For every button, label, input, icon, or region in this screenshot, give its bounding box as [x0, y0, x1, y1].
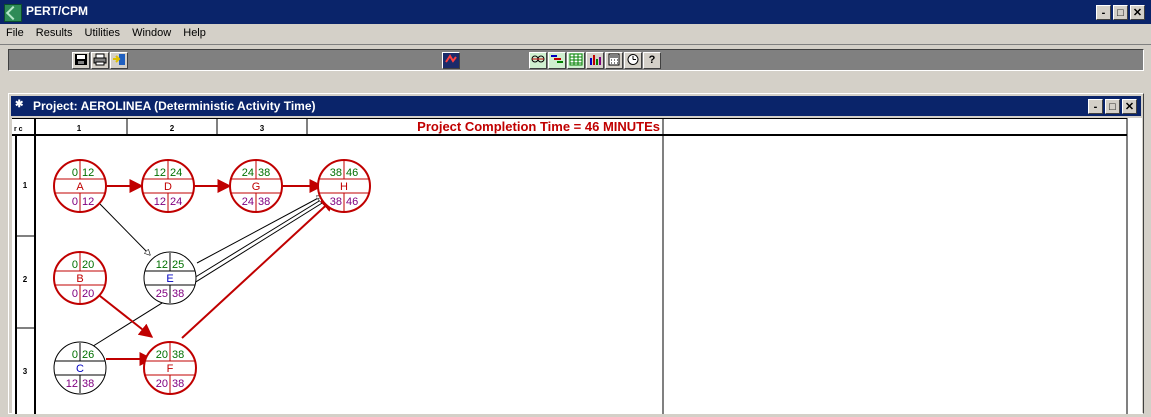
activity-node-a[interactable]: 0 12 A 0 12	[53, 159, 107, 213]
menu-window[interactable]: Window	[129, 24, 174, 42]
node-label-f: F	[167, 363, 174, 375]
node-ls-g: 24	[242, 196, 254, 208]
project-minimize-button[interactable]: -	[1088, 99, 1103, 114]
node-lf-b: 20	[82, 288, 94, 300]
node-ls-c: 12	[66, 378, 78, 390]
activity-node-b[interactable]: 0 20 B 0 20	[53, 251, 107, 305]
node-ef-f: 38	[172, 349, 184, 361]
menu-utilities[interactable]: Utilities	[82, 24, 123, 42]
activity-node-d[interactable]: 12 24 D 12 24	[141, 159, 195, 213]
row-header-2: 2	[23, 275, 28, 284]
row-header-3: 3	[23, 367, 28, 376]
menu-help[interactable]: Help	[180, 24, 209, 42]
exit-icon[interactable]	[110, 52, 128, 69]
corner-label: r c	[14, 126, 23, 133]
menu-file[interactable]: File	[3, 24, 27, 42]
node-ls-e: 25	[156, 288, 168, 300]
clock-icon[interactable]	[624, 52, 642, 69]
node-es-d: 12	[154, 167, 166, 179]
node-ef-e: 25	[172, 259, 184, 271]
save-icon[interactable]	[72, 52, 90, 69]
app-icon[interactable]	[4, 4, 22, 22]
completion-time: Project Completion Time = 46 MINUTEs	[417, 119, 660, 134]
node-es-g: 24	[242, 167, 254, 179]
node-lf-c: 38	[82, 378, 94, 390]
window-controls: - □ ✕	[1096, 5, 1145, 20]
app-titlebar: PERT/CPM - □ ✕	[0, 0, 1151, 24]
node-lf-e: 38	[172, 288, 184, 300]
network-canvas: r c 1 2 3 1 2 3 Project Completion Time …	[12, 118, 1142, 414]
node-label-b: B	[76, 273, 83, 285]
col-header-3: 3	[260, 124, 265, 133]
gantt-icon[interactable]	[548, 52, 566, 69]
col-header-2: 2	[170, 124, 175, 133]
project-close-button[interactable]: ✕	[1122, 99, 1137, 114]
menu-bar: File Results Utilities Window Help	[0, 24, 1151, 45]
node-label-a: A	[76, 181, 84, 193]
node-ls-d: 12	[154, 196, 166, 208]
menu-results[interactable]: Results	[33, 24, 76, 42]
node-es-b: 0	[72, 259, 78, 271]
node-es-c: 0	[72, 349, 78, 361]
minimize-button[interactable]: -	[1096, 5, 1111, 20]
node-ef-b: 20	[82, 259, 94, 271]
node-es-a: 0	[72, 167, 78, 179]
project-window-controls: - □ ✕	[1088, 99, 1137, 114]
toolbar: ?	[0, 45, 1151, 88]
project-maximize-button[interactable]: □	[1105, 99, 1120, 114]
solve-icon[interactable]	[442, 52, 460, 69]
node-lf-f: 38	[172, 378, 184, 390]
node-ls-f: 20	[156, 378, 168, 390]
print-icon[interactable]	[91, 52, 109, 69]
node-label-g: G	[252, 181, 261, 193]
activity-node-h[interactable]: 38 46 H 38 46	[317, 159, 371, 213]
project-window-icon[interactable]: ✱	[15, 99, 27, 111]
node-lf-h: 46	[346, 196, 358, 208]
node-label-c: C	[76, 363, 84, 375]
maximize-button[interactable]: □	[1113, 5, 1128, 20]
node-es-h: 38	[330, 167, 342, 179]
node-ls-a: 0	[72, 196, 78, 208]
close-button[interactable]: ✕	[1130, 5, 1145, 20]
node-label-e: E	[166, 273, 173, 285]
activity-node-f[interactable]: 20 38 F 20 38	[143, 341, 197, 395]
project-titlebar: ✱ Project: AEROLINEA (Deterministic Acti…	[11, 96, 1141, 116]
pert-network-diagram: r c 1 2 3 1 2 3 Project Completion Time …	[12, 118, 1128, 414]
row-header-1: 1	[23, 181, 28, 190]
node-ef-a: 12	[82, 167, 94, 179]
node-lf-a: 12	[82, 196, 94, 208]
node-ls-h: 38	[330, 196, 342, 208]
calculator-icon[interactable]	[605, 52, 623, 69]
network-icon[interactable]	[529, 52, 547, 69]
project-title: Project: AEROLINEA (Deterministic Activi…	[33, 99, 316, 113]
node-lf-d: 24	[170, 196, 182, 208]
activity-node-g[interactable]: 24 38 G 24 38	[229, 159, 283, 213]
node-es-e: 12	[156, 259, 168, 271]
node-label-h: H	[340, 181, 348, 193]
node-lf-g: 38	[258, 196, 270, 208]
node-ef-c: 26	[82, 349, 94, 361]
node-ef-h: 46	[346, 167, 358, 179]
node-ef-d: 24	[170, 167, 182, 179]
app-title: PERT/CPM	[26, 4, 89, 18]
help-icon[interactable]: ?	[643, 52, 661, 69]
project-window: ✱ Project: AEROLINEA (Deterministic Acti…	[8, 93, 1144, 414]
activity-node-e[interactable]: 12 25 E 25 38	[143, 251, 197, 305]
node-es-f: 20	[156, 349, 168, 361]
node-ef-g: 38	[258, 167, 270, 179]
table-icon[interactable]	[567, 52, 585, 69]
col-header-1: 1	[77, 124, 82, 133]
toolbar-strip: ?	[8, 49, 1144, 71]
activity-node-c[interactable]: 0 26 C 12 38	[53, 341, 107, 395]
node-label-d: D	[164, 181, 172, 193]
bar-chart-icon[interactable]	[586, 52, 604, 69]
node-ls-b: 0	[72, 288, 78, 300]
